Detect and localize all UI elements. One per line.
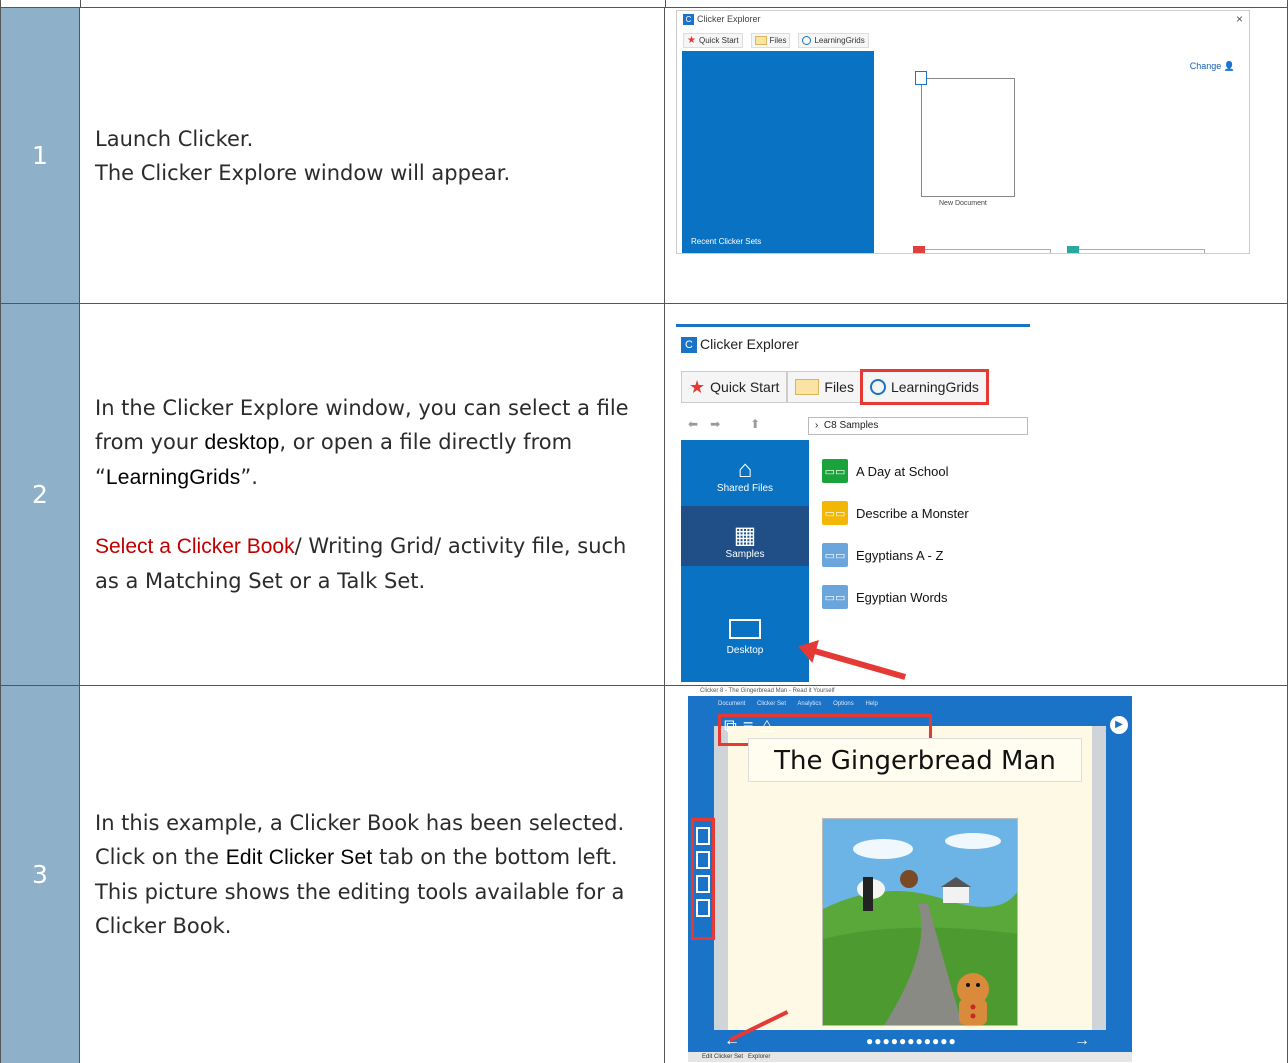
screenshot-cell: C Clicker Explorer ★ Quick Start Files Lea… [666,304,1287,685]
step-text: The Clicker Explore window will appear. [95,160,511,185]
step-text: In this example, a Clicker Book has been… [95,811,625,835]
template-icon [913,246,925,253]
folder-icon [754,36,767,45]
template-icon [1067,246,1079,253]
next-page-icon: → [1074,1032,1090,1049]
step-text: Launch Clicker. [95,126,254,151]
tab-learninggrids: LearningGrids [798,33,869,48]
tab-files: Files [787,371,862,403]
step-text-cell: In this example, a Clicker Book has been… [81,686,665,1063]
sidebar-item-desktop: Desktop [681,572,809,662]
list-item: ▭▭ A Day at School [822,457,969,485]
sidebar-item-samples: ▦ Samples [681,506,809,566]
star-icon: ★ [689,376,706,397]
tab-quick-start: ★ Quick Start [681,371,788,403]
add-sound-icon [696,875,710,893]
book-title: The Gingerbread Man [748,738,1082,782]
table-border [0,0,1,7]
step-number: 2 [32,480,48,509]
home-icon: ⌂ [737,456,753,483]
tab-quick-start: ★ Quick Start [683,33,743,48]
star-icon: ★ [687,35,696,46]
window-title: Clicker 8 - The Gingerbread Man - Read i… [688,686,1132,696]
step-text: In the Clicker Explore window, you can s… [95,396,629,489]
grid-icon: ▦ [733,522,757,549]
red-arrow-annotation [810,647,907,680]
clicker-book-screenshot: Clicker 8 - The Gingerbread Man - Read i… [688,686,1132,1062]
add-picture-icon [696,851,710,869]
table-row: 2 In the Clicker Explore window, you can… [0,303,1288,685]
up-arrow-icon: ⬆ [750,417,761,431]
grid-set-icon: ▭▭ [822,459,848,483]
step-text-cell: Launch Clicker. The Clicker Explore wind… [81,8,665,303]
template-card [1069,249,1205,253]
template-card [915,249,1051,253]
new-document-label: New Document [939,200,987,207]
clicker-app-icon: C [683,14,694,26]
tab-files: Files [750,33,791,48]
step-number: 3 [32,860,48,889]
screenshot-cell: C Clicker Explorer × ★ Quick Start Files L… [666,8,1287,303]
clicker-explorer-files-screenshot: C Clicker Explorer ★ Quick Start Files Lea… [676,324,1030,682]
recent-sets-label: Recent Clicker Sets [691,237,762,246]
grid-set-icon: ▭▭ [822,543,848,567]
new-document-thumbnail [921,78,1015,197]
table-border [80,0,81,7]
illustration-svg [823,819,1017,1025]
path-field: › C8 Samples [808,417,1028,435]
window-title: C Clicker Explorer [683,14,761,26]
step-text-cell: In the Clicker Explore window, you can s… [81,304,665,685]
clicker-app-icon: C [681,337,697,354]
desktop-icon [729,619,761,639]
step-number-cell: 2 [1,304,80,685]
tab-bar: ★ Quick Start Files LearningGrids [683,33,869,48]
step-number-cell: 1 [1,8,80,303]
user-icon: 👤 [1223,61,1235,71]
grid-set-icon: ▭▭ [822,585,848,609]
bottom-tab-bar: Edit Clicker Set Explorer [688,1052,1132,1062]
clicker-explorer-screenshot: C Clicker Explorer × ★ Quick Start Files L… [676,10,1250,254]
grid-set-icon: ▭▭ [822,501,848,525]
close-icon: × [1235,12,1243,26]
sidebar-item-shared-files: ⌂ Shared Files [716,456,774,495]
add-text-icon [696,827,710,845]
tab-edit-clicker-set: Edit Clicker Set [702,1054,744,1060]
table-border [665,0,666,7]
play-icon: ▶ [1110,716,1128,734]
table-row: 3 In this example, a Clicker Book has be… [0,685,1288,1063]
step-text: This picture shows the editing tools ava… [95,880,625,938]
left-tools-highlight [691,818,715,940]
globe-icon [802,36,812,45]
step-text: Select a Clicker Book/ Writing Grid/ act… [95,534,627,593]
tab-bar: ★ Quick Start Files LearningGrids [681,369,989,405]
back-arrow-icon: ⬅ [688,417,699,431]
document-icon [915,71,927,85]
change-user-link: Change 👤 [1189,61,1235,71]
gingerbread-man-illustration [822,818,1018,1026]
file-list: ▭▭ A Day at School ▭▭ Describe a Monster ▭… [822,457,969,625]
tab-learninggrids: LearningGrids [859,369,989,405]
sidebar-panel [682,51,874,253]
list-item: ▭▭ Describe a Monster [822,499,969,527]
folder-icon [795,379,820,395]
step-text: Click on the Edit Clicker Set tab on the… [95,845,618,869]
list-item: ▭▭ Egyptian Words [822,583,969,611]
menu-bar: Document Clicker Set Analytics Options H… [688,696,1132,712]
list-item: ▭▭ Egyptians A - Z [822,541,969,569]
location-sidebar: ⌂ Shared Files ▦ Samples Desktop [681,440,809,682]
step-number: 1 [32,141,48,170]
step-number-cell: 3 [1,686,80,1063]
globe-icon [869,379,886,395]
table-row: 1 Launch Clicker. The Clicker Explore wi… [0,7,1288,303]
add-recording-icon [696,899,710,917]
page-dots: ●●●●●●●●●●● [866,1034,957,1048]
instruction-table: 1 Launch Clicker. The Clicker Explore wi… [0,0,1288,1063]
screenshot-cell: Clicker 8 - The Gingerbread Man - Read i… [666,686,1287,1063]
window-title: C Clicker Explorer [681,336,799,354]
forward-arrow-icon: ➡ [710,417,721,431]
tab-explorer: Explorer [748,1054,771,1060]
